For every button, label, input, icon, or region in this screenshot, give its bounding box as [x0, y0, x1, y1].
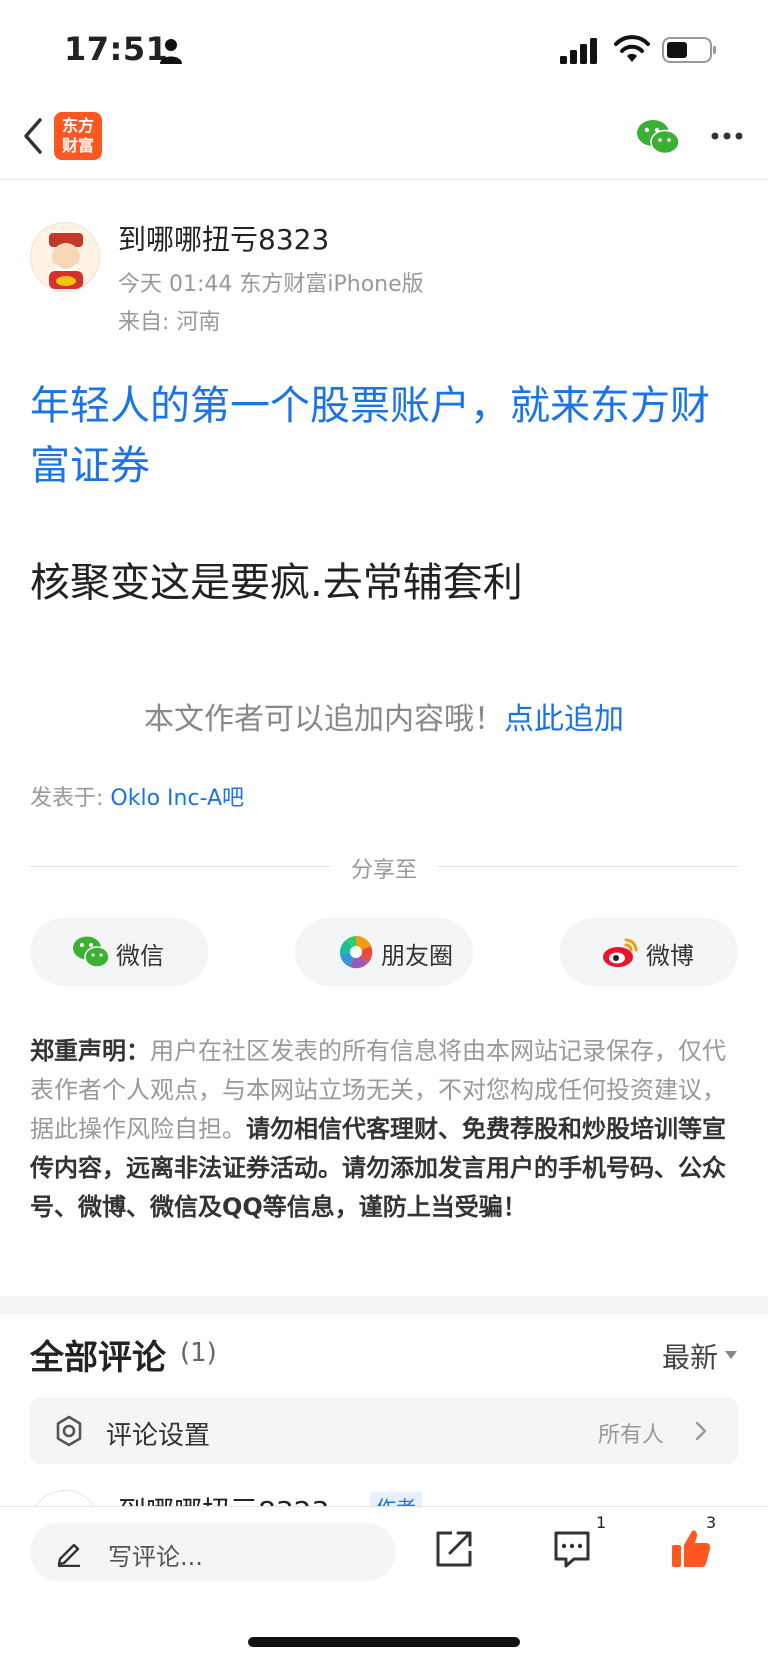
comment-item[interactable]: 到哪哪扭亏8323 作者	[0, 1490, 768, 1506]
status-time: 17:51	[64, 30, 169, 68]
wechat-icon	[73, 936, 110, 968]
share-weibo-button[interactable]: 微博	[560, 918, 738, 986]
append-prompt: 本文作者可以追加内容哦！	[144, 702, 504, 737]
share-wechat-label: 微信	[116, 942, 164, 970]
signal-icon	[560, 38, 597, 64]
post-location: 来自: 河南	[118, 310, 221, 335]
posted-in: 发表于: Oklo Inc-A吧	[30, 780, 244, 812]
commenter-name[interactable]: 到哪哪扭亏8323	[118, 1490, 329, 1506]
share-weibo-label: 微博	[646, 942, 694, 970]
comments-header: 全部评论 (1) 最新	[30, 1330, 738, 1380]
gear-icon	[56, 1415, 82, 1447]
append-link[interactable]: 点此追加	[504, 702, 624, 737]
comments-count: (1)	[180, 1338, 217, 1368]
share-moments-label: 朋友圈	[381, 942, 453, 970]
bar-link[interactable]: Oklo Inc-A吧	[110, 786, 244, 811]
disclaimer-heading: 郑重声明：	[30, 1037, 150, 1065]
comment-count-badge: 1	[596, 1513, 607, 1532]
nav-bar: 东方 财富	[0, 100, 768, 180]
moments-aperture-icon	[339, 935, 373, 969]
comment-bubble-icon[interactable]	[552, 1529, 592, 1569]
author-name[interactable]: 到哪哪扭亏8323	[118, 218, 329, 258]
share-wechat-button[interactable]: 微信	[30, 918, 208, 986]
author-badge: 作者	[370, 1492, 422, 1506]
comment-input-placeholder: 写评论...	[108, 1543, 203, 1571]
like-count-badge: 3	[706, 1513, 717, 1532]
caret-down-icon[interactable]	[724, 1350, 738, 1360]
app-logo: 东方 财富	[54, 112, 102, 160]
wifi-icon	[614, 35, 650, 62]
author-avatar[interactable]	[30, 222, 100, 292]
thumbs-up-icon[interactable]	[670, 1527, 712, 1569]
author-row: 到哪哪扭亏8323 今天 01:44 东方财富iPhone版 来自: 河南	[0, 210, 768, 340]
wechat-icon[interactable]	[636, 118, 680, 156]
share-divider: 分享至	[30, 852, 738, 883]
post-meta: 今天 01:44 东方财富iPhone版	[118, 272, 424, 297]
divider-line-right	[438, 866, 738, 867]
status-bar: 17:51	[0, 0, 768, 100]
chevron-right-icon	[695, 1421, 707, 1441]
post-content: 核聚变这是要疯.去常辅套利	[30, 560, 523, 606]
app-logo-line1: 东方	[61, 116, 94, 135]
comment-settings-row[interactable]: 评论设置 所有人	[30, 1398, 738, 1464]
app-logo-line2: 财富	[61, 136, 94, 155]
comments-title: 全部评论	[30, 1338, 166, 1378]
back-icon[interactable]	[18, 116, 48, 156]
comment-settings-label: 评论设置	[106, 1421, 211, 1451]
battery-icon	[662, 37, 716, 63]
share-label: 分享至	[350, 858, 417, 883]
home-indicator	[248, 1637, 520, 1647]
ad-title-link[interactable]: 年轻人的第一个股票账户，就来东方财富证券	[30, 376, 740, 496]
pen-icon	[57, 1543, 80, 1567]
commenter-avatar[interactable]	[30, 1490, 100, 1506]
share-moments-button[interactable]: 朋友圈	[295, 918, 473, 986]
append-row: 本文作者可以追加内容哦！点此追加	[0, 694, 768, 738]
disclaimer: 郑重声明：用户在社区发表的所有信息将由本网站记录保存，仅代表作者个人观点，与本网…	[30, 1032, 740, 1227]
comment-input[interactable]: 写评论...	[30, 1523, 396, 1581]
comment-settings-value: 所有人	[597, 1423, 664, 1448]
share-icon[interactable]	[434, 1529, 474, 1569]
weibo-icon	[603, 938, 638, 967]
god-of-wealth-avatar-icon	[49, 233, 83, 289]
more-icon[interactable]	[710, 130, 744, 142]
person-icon	[160, 39, 182, 64]
posted-in-label: 发表于:	[30, 786, 111, 811]
bottom-action-bar: 写评论... 1 3	[0, 1506, 768, 1663]
sort-dropdown[interactable]: 最新	[662, 1336, 718, 1376]
section-separator	[0, 1296, 768, 1314]
